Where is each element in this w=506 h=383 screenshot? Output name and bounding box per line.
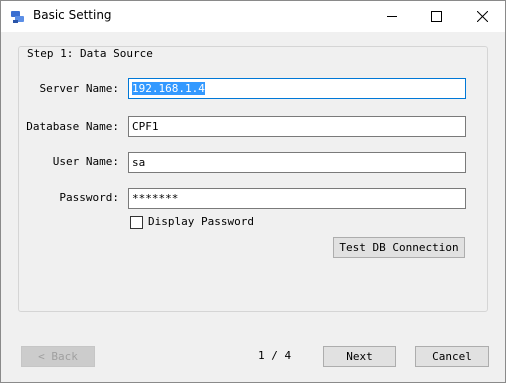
- server-name-value: 192.168.1.4: [132, 82, 205, 95]
- test-db-connection-button[interactable]: Test DB Connection: [333, 237, 465, 258]
- server-name-label: Server Name:: [39, 82, 119, 95]
- user-name-value: sa: [132, 156, 146, 169]
- database-settings-icon: [11, 11, 24, 23]
- minimize-icon: [386, 16, 397, 17]
- minimize-button[interactable]: [369, 1, 414, 32]
- title-bar[interactable]: Basic Setting: [1, 1, 505, 32]
- password-value: *******: [132, 192, 179, 205]
- password-input[interactable]: *******: [128, 188, 466, 209]
- window-title: Basic Setting: [33, 8, 112, 22]
- next-button[interactable]: Next: [323, 346, 396, 367]
- maximize-icon: [431, 11, 442, 22]
- database-name-label: Database Name:: [26, 120, 119, 133]
- password-label: Password:: [59, 191, 119, 204]
- close-icon: [477, 11, 488, 22]
- basic-setting-dialog: Basic Setting Step 1: Data Source Server…: [0, 0, 506, 383]
- database-name-value: CPF1: [132, 120, 159, 133]
- database-name-input[interactable]: CPF1: [128, 116, 466, 137]
- maximize-button[interactable]: [414, 1, 459, 32]
- group-legend: Step 1: Data Source: [25, 47, 155, 60]
- server-name-input[interactable]: 192.168.1.4: [128, 78, 466, 99]
- close-button[interactable]: [460, 1, 505, 32]
- user-name-input[interactable]: sa: [128, 152, 466, 173]
- page-indicator: 1 / 4: [258, 349, 292, 362]
- display-password-label[interactable]: Display Password: [148, 215, 254, 228]
- display-password-checkbox[interactable]: [130, 216, 143, 229]
- user-name-label: User Name:: [52, 155, 119, 168]
- back-button[interactable]: < Back: [21, 346, 95, 367]
- cancel-button[interactable]: Cancel: [415, 346, 489, 367]
